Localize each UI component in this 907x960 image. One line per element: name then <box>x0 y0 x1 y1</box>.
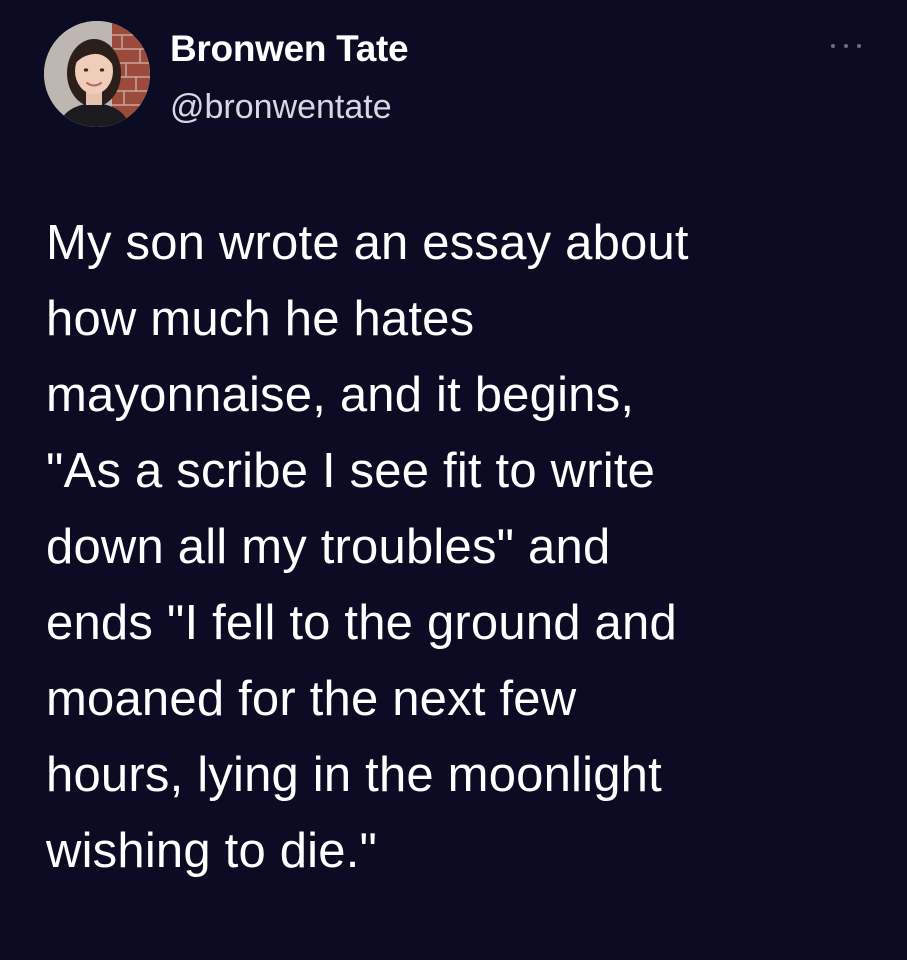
author-handle[interactable]: @bronwentate <box>170 87 392 127</box>
dot-icon <box>844 44 848 48</box>
avatar[interactable] <box>44 21 150 127</box>
tweet-text-line: My son wrote an essay about <box>46 216 689 270</box>
dot-icon <box>831 44 835 48</box>
tweet-text-line: how much he hates <box>46 292 475 346</box>
profile-photo-icon <box>44 21 150 127</box>
tweet-card: Bronwen Tate @bronwentate My son wrote a… <box>0 0 907 960</box>
tweet-text-line: down all my troubles" and <box>46 520 611 574</box>
author-name[interactable]: Bronwen Tate <box>170 28 409 70</box>
more-options-icon[interactable] <box>831 36 861 56</box>
dot-icon <box>857 44 861 48</box>
tweet-text-line: "As a scribe I see fit to write <box>46 444 656 498</box>
tweet-text-line: mayonnaise, and it begins, <box>46 368 635 422</box>
tweet-text-line: wishing to die." <box>46 824 378 878</box>
tweet-text-line: moaned for the next few <box>46 672 577 726</box>
tweet-text-line: ends "I fell to the ground and <box>46 596 677 650</box>
tweet-text: My son wrote an essay about how much he … <box>46 205 876 889</box>
tweet-text-line: hours, lying in the moonlight <box>46 748 662 802</box>
